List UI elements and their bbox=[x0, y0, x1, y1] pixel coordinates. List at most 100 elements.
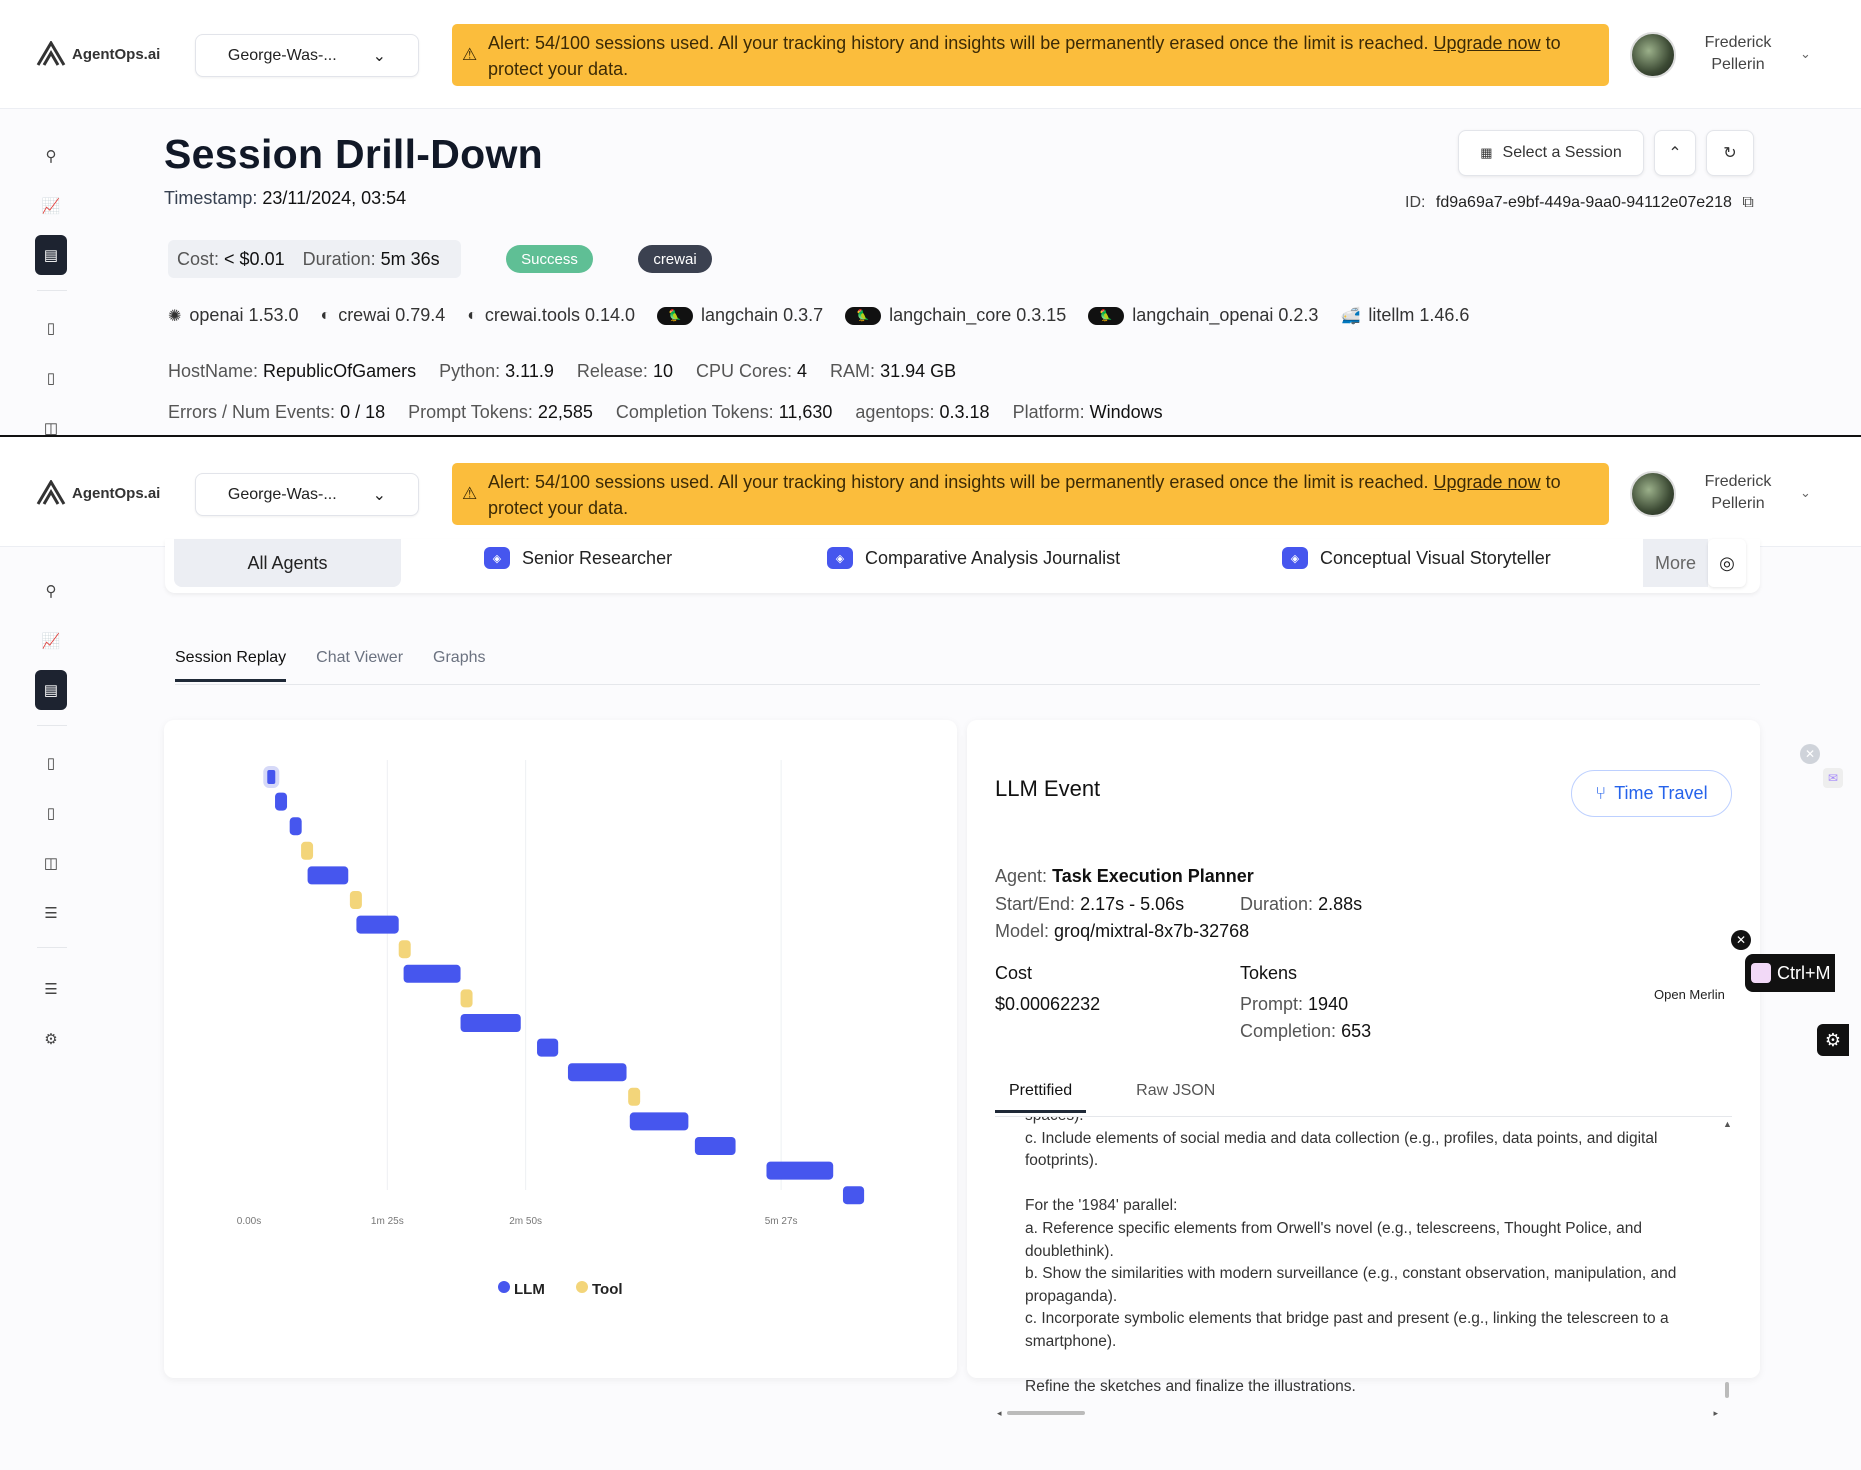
tool-event-bar[interactable] bbox=[628, 1087, 641, 1106]
agent-tab-senior-researcher[interactable]: ◈ Senior Researcher bbox=[484, 539, 672, 577]
scroll-right-icon[interactable]: ▸ bbox=[1713, 1408, 1718, 1419]
prompt-label: Prompt: bbox=[1240, 994, 1304, 1014]
user-name[interactable]: Frederick Pellerin bbox=[1690, 471, 1786, 515]
avatar[interactable] bbox=[1630, 471, 1676, 517]
sidebar-item-agents-icon[interactable]: ◫ bbox=[35, 847, 67, 879]
scroll-thumb[interactable] bbox=[1007, 1411, 1085, 1415]
agent-icon: ◈ bbox=[484, 547, 510, 569]
project-selector[interactable]: George-Was-... ⌄ bbox=[195, 34, 419, 77]
llm-event-bar[interactable] bbox=[567, 1063, 627, 1082]
event-body[interactable]: spaces). c. Include elements of social m… bbox=[995, 1116, 1732, 1402]
llm-event-bar[interactable] bbox=[403, 964, 461, 983]
logo[interactable]: AgentOps.ai bbox=[36, 480, 160, 506]
more-agents-button[interactable]: More bbox=[1643, 539, 1708, 587]
tool-event-bar[interactable] bbox=[460, 989, 473, 1008]
agent-label: Agent: bbox=[995, 866, 1048, 886]
logo[interactable]: AgentOps.ai bbox=[36, 41, 160, 67]
time-travel-button[interactable]: ⑂ Time Travel bbox=[1571, 770, 1732, 817]
user-menu-chevron-icon[interactable]: ⌄ bbox=[1800, 46, 1811, 62]
scroll-left-icon[interactable]: ◂ bbox=[997, 1408, 1002, 1419]
collapse-button[interactable]: ⌃ bbox=[1654, 130, 1696, 176]
gear-icon[interactable]: ⚙ bbox=[1817, 1024, 1849, 1056]
llm-event-bar[interactable] bbox=[694, 1137, 736, 1155]
sidebar-item-list2-icon[interactable]: ☰ bbox=[35, 973, 67, 1005]
sidebar-item-analytics-icon[interactable]: 📈 bbox=[35, 190, 67, 222]
agent-label: Comparative Analysis Journalist bbox=[865, 547, 1121, 568]
cost-duration-box: Cost: < $0.01 Duration: 5m 36s bbox=[168, 240, 461, 278]
llm-event-bar[interactable] bbox=[460, 1014, 521, 1032]
merlin-mini-icon[interactable]: ✉ bbox=[1823, 768, 1843, 788]
lib-label: langchain_openai 0.2.3 bbox=[1132, 305, 1319, 325]
tab-raw-json[interactable]: Raw JSON bbox=[1122, 1082, 1229, 1113]
tab-session-replay[interactable]: Session Replay bbox=[175, 649, 287, 682]
merlin-shortcut-button[interactable]: Ctrl+M bbox=[1745, 954, 1835, 992]
agent-label: Conceptual Visual Storyteller bbox=[1320, 547, 1551, 568]
horizontal-scrollbar[interactable]: ◂ ▸ bbox=[995, 1408, 1732, 1418]
sidebar-item-sessions-icon[interactable]: ▤ bbox=[35, 670, 67, 710]
llm-event-bar[interactable] bbox=[356, 915, 399, 934]
llm-event-bar[interactable] bbox=[766, 1161, 834, 1180]
completion-tokens-value: 11,630 bbox=[778, 402, 833, 422]
completion-tokens-label: Completion Tokens: bbox=[615, 402, 774, 422]
copy-icon[interactable]: ⧉ bbox=[1742, 194, 1753, 211]
session-replay-chart[interactable]: 0.00s 1m 25s 2m 50s 5m 27s LLM Tool bbox=[164, 720, 957, 1378]
refresh-button[interactable]: ↻ bbox=[1706, 130, 1754, 176]
user-menu-chevron-icon[interactable]: ⌄ bbox=[1800, 485, 1811, 501]
prompt-tokens-value: 22,585 bbox=[537, 402, 593, 422]
llm-event-bar[interactable] bbox=[263, 766, 280, 788]
close-merlin-icon[interactable]: ✕ bbox=[1731, 930, 1751, 950]
tool-event-bar[interactable] bbox=[349, 891, 362, 909]
sidebar-item-setup-icon[interactable]: ⚲ bbox=[35, 575, 67, 607]
scroll-up-icon[interactable]: ▲ bbox=[1723, 1119, 1732, 1129]
langchain-icon: 🦜 bbox=[1088, 306, 1125, 325]
sidebar-item-setup-icon[interactable]: ⚲ bbox=[35, 140, 67, 172]
llm-event-bar[interactable] bbox=[307, 866, 349, 885]
tool-event-bar[interactable] bbox=[301, 841, 314, 860]
tag-badge[interactable]: crewai bbox=[638, 245, 712, 273]
llm-event-bar[interactable] bbox=[537, 1038, 559, 1057]
agents-settings-icon[interactable]: ◎ bbox=[1708, 539, 1746, 587]
agent-tab-journalist[interactable]: ◈ Comparative Analysis Journalist bbox=[827, 539, 1120, 577]
refresh-icon: ↻ bbox=[1723, 145, 1737, 162]
llm-event-bar[interactable] bbox=[289, 817, 302, 836]
tab-chat-viewer[interactable]: Chat Viewer bbox=[316, 649, 403, 682]
sidebar-item-docs-icon[interactable]: ▯ bbox=[35, 747, 67, 779]
event-duration: Duration: 2.88s bbox=[1240, 894, 1362, 915]
session-id-value: fd9a69a7-e9bf-449a-9aa0-94112e07e218 bbox=[1435, 194, 1732, 211]
sidebar-item-docs-icon[interactable]: ▯ bbox=[35, 312, 67, 344]
duration-label: Duration: bbox=[1240, 894, 1314, 914]
x-tick-label: 0.00s bbox=[237, 1216, 261, 1227]
llm-event-bar[interactable] bbox=[275, 792, 288, 811]
sidebar-divider bbox=[37, 947, 67, 948]
upgrade-link[interactable]: Upgrade now bbox=[1434, 33, 1541, 53]
llm-event-bar[interactable] bbox=[629, 1112, 689, 1131]
tab-prettified[interactable]: Prettified bbox=[995, 1082, 1087, 1113]
select-session-button[interactable]: ▦ Select a Session bbox=[1458, 130, 1644, 176]
avatar[interactable] bbox=[1630, 32, 1676, 78]
sidebar-item-analytics-icon[interactable]: 📈 bbox=[35, 625, 67, 657]
prompt-value: 1940 bbox=[1308, 994, 1349, 1014]
sidebar-item-files-icon[interactable]: ▯ bbox=[35, 362, 67, 394]
user-name[interactable]: Frederick Pellerin bbox=[1690, 32, 1786, 76]
llm-event-bar[interactable] bbox=[842, 1186, 865, 1205]
tab-graphs[interactable]: Graphs bbox=[433, 649, 485, 682]
lib-litellm: 🚅 litellm 1.46.6 bbox=[1340, 305, 1469, 326]
upgrade-link[interactable]: Upgrade now bbox=[1434, 472, 1541, 492]
sidebar-item-bug-icon[interactable]: ⚙ bbox=[35, 1023, 67, 1055]
close-icon[interactable]: ✕ bbox=[1800, 744, 1820, 764]
agent-tab-storyteller[interactable]: ◈ Conceptual Visual Storyteller bbox=[1282, 539, 1551, 577]
vertical-scrollbar[interactable]: ▲ bbox=[1722, 1117, 1732, 1402]
crewai-icon: ◐ bbox=[467, 306, 477, 324]
sidebar-item-list-icon[interactable]: ☰ bbox=[35, 897, 67, 929]
platform-label: Platform: bbox=[1012, 402, 1085, 422]
sidebar-item-sessions-icon[interactable]: ▤ bbox=[35, 235, 67, 275]
timestamp-value: 23/11/2024, 03:54 bbox=[262, 188, 407, 208]
completion-value: 653 bbox=[1341, 1021, 1372, 1041]
agent-tab-all[interactable]: All Agents bbox=[174, 539, 401, 587]
sidebar-item-agents-icon[interactable]: ◫ bbox=[35, 412, 67, 435]
project-selector[interactable]: George-Was-... ⌄ bbox=[195, 473, 419, 516]
scroll-thumb[interactable] bbox=[1725, 1382, 1729, 1398]
session-replay-pane: AgentOps.ai George-Was-... ⌄ ⚠ Alert: 54… bbox=[0, 439, 1861, 1470]
sidebar-item-files-icon[interactable]: ▯ bbox=[35, 797, 67, 829]
tool-event-bar[interactable] bbox=[398, 940, 411, 959]
